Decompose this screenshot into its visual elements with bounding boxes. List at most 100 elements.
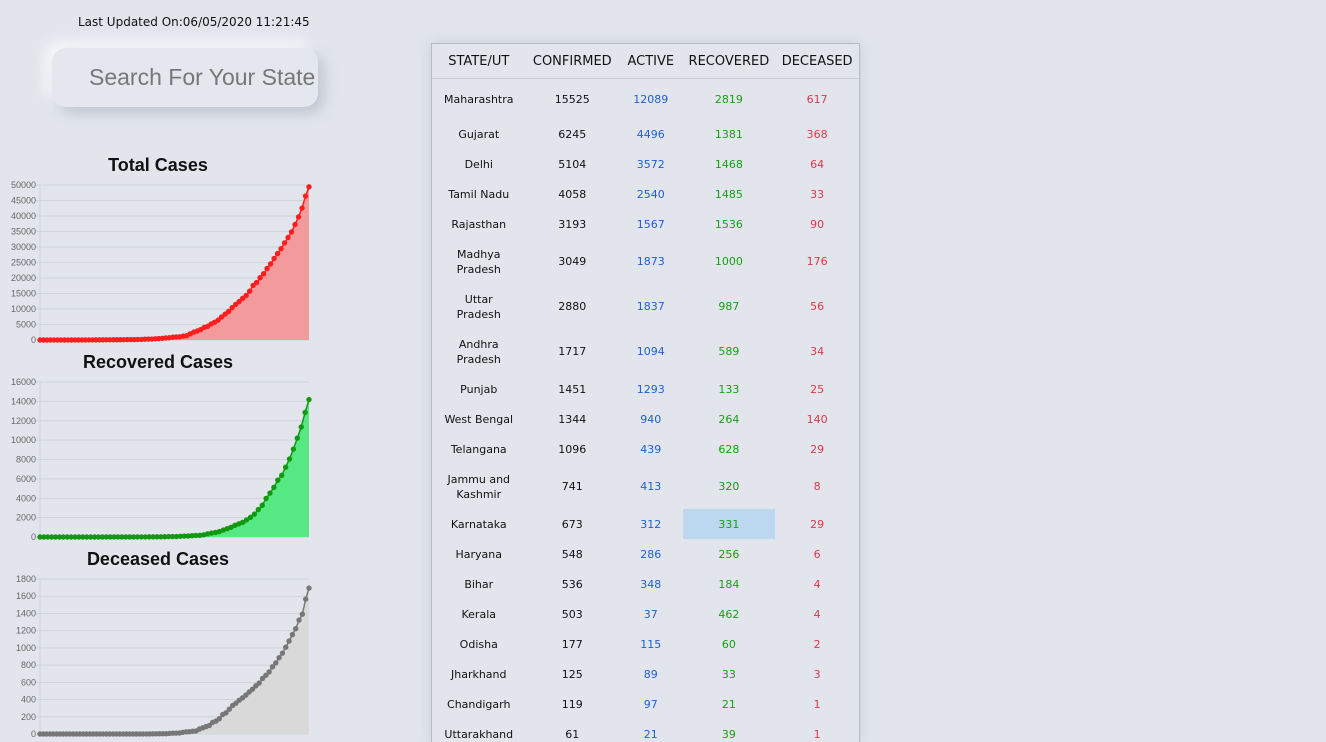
data-point bbox=[279, 472, 285, 479]
table-row[interactable]: Jharkhand 125 89 33 3 bbox=[432, 659, 859, 689]
deceased-cell: 140 bbox=[806, 412, 828, 426]
data-point bbox=[260, 271, 267, 277]
table-row[interactable]: Uttar Pradesh 2880 1837 987 56 bbox=[432, 284, 859, 329]
y-tick-label: 5000 bbox=[16, 320, 36, 330]
table-row[interactable]: West Bengal 1344 940 264 140 bbox=[432, 404, 859, 434]
table-row[interactable]: Madhya Pradesh 3049 1873 1000 176 bbox=[432, 239, 859, 284]
header-state[interactable]: STATE/UT bbox=[432, 44, 526, 79]
y-tick-label: 6000 bbox=[16, 474, 36, 484]
active-cell: 21 bbox=[643, 727, 658, 741]
deceased-cell: 56 bbox=[810, 300, 825, 313]
table-row[interactable]: Telangana 1096 439 628 29 bbox=[432, 434, 859, 464]
recovered-cell: 264 bbox=[718, 412, 740, 426]
total-cases-chart: 0 5000 10000 15000 20000 25000 30000 35000 40000… bbox=[11, 180, 312, 345]
table-row[interactable]: Tamil Nadu 4058 2540 1485 33 bbox=[432, 179, 859, 209]
table-row[interactable]: Odisha 177 115 60 2 bbox=[432, 629, 859, 659]
y-tick-label: 12000 bbox=[11, 416, 36, 426]
confirmed-cell: 15525 bbox=[554, 92, 590, 106]
data-point bbox=[259, 502, 265, 508]
active-cell: 1293 bbox=[636, 382, 665, 396]
recovered-cell: 628 bbox=[718, 442, 740, 456]
data-point bbox=[292, 221, 298, 228]
table-row[interactable]: Rajasthan 3193 1567 1536 90 bbox=[432, 209, 859, 239]
data-point bbox=[283, 644, 289, 650]
data-point bbox=[299, 611, 306, 617]
table-row[interactable]: Andhra Pradesh 1717 1094 589 34 bbox=[432, 329, 859, 374]
table-row[interactable]: Kerala 503 37 462 4 bbox=[432, 599, 859, 629]
data-point bbox=[295, 214, 302, 220]
confirmed-cell: 125 bbox=[561, 667, 583, 681]
table-row[interactable]: Karnataka 673 312 331 29 bbox=[432, 509, 859, 539]
data-point bbox=[282, 464, 289, 470]
data-point bbox=[306, 396, 312, 403]
header-deceased[interactable]: DECEASED bbox=[775, 44, 859, 79]
table-row[interactable]: Punjab 1451 1293 133 25 bbox=[432, 374, 859, 404]
table-row[interactable]: Gujarat 6245 4496 1381 368 bbox=[432, 119, 859, 149]
recovered-cases-title: Recovered Cases bbox=[82, 352, 234, 372]
confirmed-cell: 4058 bbox=[558, 187, 587, 201]
data-point bbox=[225, 308, 232, 315]
confirmed-cell: 1451 bbox=[558, 382, 587, 396]
deceased-cell: 25 bbox=[810, 382, 825, 396]
confirmed-cell: 548 bbox=[561, 547, 583, 561]
deceased-cell: 2 bbox=[813, 637, 821, 651]
data-point bbox=[302, 409, 308, 416]
state-cell: Karnataka bbox=[450, 517, 507, 531]
table-row[interactable]: Haryana 548 286 256 6 bbox=[432, 539, 859, 569]
y-tick-label: 200 bbox=[21, 712, 36, 722]
confirmed-cell: 3049 bbox=[558, 255, 587, 268]
deceased-cell: 90 bbox=[810, 217, 825, 231]
series-area bbox=[40, 399, 309, 537]
table-row[interactable]: Delhi 5104 3572 1468 64 bbox=[432, 149, 859, 179]
deceased-cell: 8 bbox=[813, 480, 821, 493]
state-cell: Rajasthan bbox=[451, 217, 507, 231]
state-cell: Gujarat bbox=[458, 127, 500, 141]
y-tick-label: 20000 bbox=[11, 273, 36, 283]
y-tick-label: 1400 bbox=[16, 608, 36, 618]
table-row[interactable]: Chandigarh 119 97 21 1 bbox=[432, 689, 859, 719]
active-cell: 89 bbox=[643, 667, 658, 681]
confirmed-cell: 119 bbox=[561, 697, 583, 711]
data-point bbox=[274, 250, 281, 257]
table-row[interactable]: Maharashtra 15525 12089 2819 617 bbox=[432, 79, 859, 120]
data-point bbox=[279, 650, 286, 656]
table-row[interactable]: Jammu and Kashmir 741 413 320 8 bbox=[432, 464, 859, 509]
data-point bbox=[294, 435, 300, 441]
active-cell: 3572 bbox=[636, 157, 665, 171]
state-cell: Maharashtra bbox=[444, 92, 514, 106]
data-point bbox=[288, 229, 295, 235]
deceased-cell: 176 bbox=[806, 255, 828, 268]
data-point bbox=[302, 596, 309, 602]
table-row[interactable]: Uttarakhand 61 21 39 1 bbox=[432, 719, 859, 742]
y-tick-label: 15000 bbox=[11, 289, 36, 299]
search-input[interactable] bbox=[52, 48, 318, 107]
y-tick-label: 0 bbox=[31, 335, 36, 345]
y-tick-label: 10000 bbox=[11, 435, 36, 445]
active-cell: 413 bbox=[640, 480, 662, 493]
state-cell: Uttarakhand bbox=[444, 727, 514, 741]
state-table-panel: STATE/UT CONFIRMED ACTIVE RECOVERED DECE… bbox=[431, 43, 860, 742]
recovered-cell: 1485 bbox=[714, 187, 743, 201]
y-tick-label: 30000 bbox=[11, 242, 36, 252]
state-cell: Haryana bbox=[455, 547, 503, 561]
data-point bbox=[266, 669, 272, 675]
deceased-cell: 4 bbox=[813, 607, 821, 621]
header-active[interactable]: ACTIVE bbox=[619, 44, 683, 79]
y-tick-label: 1200 bbox=[16, 626, 36, 636]
header-recovered[interactable]: RECOVERED bbox=[682, 44, 776, 79]
data-point bbox=[257, 275, 263, 281]
search-box[interactable] bbox=[52, 48, 318, 107]
data-point bbox=[286, 456, 293, 462]
data-point bbox=[251, 511, 258, 517]
table-row[interactable]: Bihar 536 348 184 4 bbox=[432, 569, 859, 599]
recovered-cell: 60 bbox=[721, 637, 736, 651]
data-point bbox=[226, 706, 233, 712]
y-tick-label: 0 bbox=[31, 532, 36, 542]
y-tick-label: 8000 bbox=[16, 455, 36, 465]
data-point bbox=[306, 184, 312, 190]
y-tick-label: 14000 bbox=[11, 396, 36, 406]
data-point bbox=[278, 246, 284, 252]
state-cell: Telangana bbox=[450, 442, 507, 456]
confirmed-cell: 61 bbox=[565, 727, 580, 741]
header-confirmed[interactable]: CONFIRMED bbox=[525, 44, 620, 79]
